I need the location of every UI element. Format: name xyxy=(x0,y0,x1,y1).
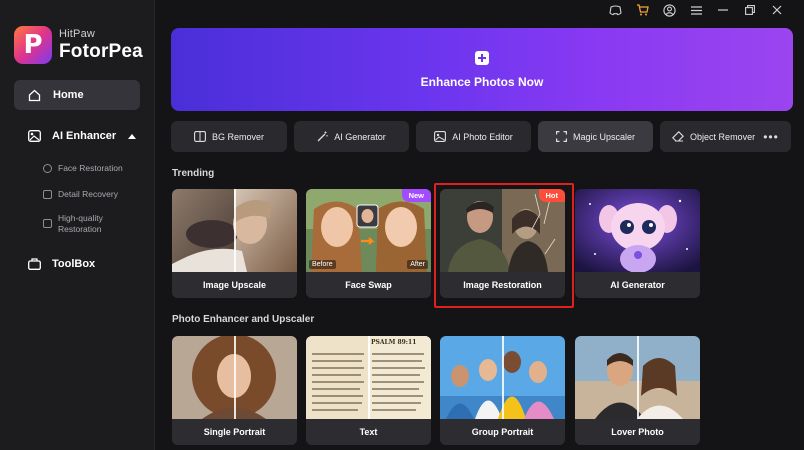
card-thumbnail xyxy=(575,336,700,419)
card-label: Face Swap xyxy=(306,272,431,298)
sidebar-subitem-face-restoration[interactable]: Face Restoration xyxy=(43,163,123,174)
discord-icon[interactable] xyxy=(608,3,622,17)
card-text[interactable]: PSALM 89:11 Text xyxy=(306,336,431,445)
add-icon xyxy=(475,50,489,65)
card-label: Group Portrait xyxy=(440,419,565,445)
card-group-portrait[interactable]: Group Portrait xyxy=(440,336,565,445)
logo-icon: P xyxy=(14,26,52,64)
selection-highlight xyxy=(434,183,574,308)
new-badge: New xyxy=(401,189,431,202)
card-thumbnail xyxy=(172,189,297,272)
cart-icon[interactable] xyxy=(635,3,649,17)
card-thumbnail: PSALM 89:11 xyxy=(306,336,431,419)
restore-icon xyxy=(43,219,52,228)
sidebar-subitem-label: Face Restoration xyxy=(58,163,123,173)
compare-divider[interactable] xyxy=(502,336,504,419)
toolbox-icon xyxy=(28,258,41,270)
sidebar-subitem-label: High-quality Restoration xyxy=(58,213,103,234)
sidebar-item-label: AI Enhancer xyxy=(52,130,117,142)
sidebar-item-ai-enhancer[interactable]: AI Enhancer xyxy=(28,130,137,142)
after-tag: After xyxy=(407,260,428,269)
home-icon xyxy=(28,89,41,101)
card-lover-photo[interactable]: Lover Photo xyxy=(575,336,700,445)
sidebar-subitem-high-quality-restoration[interactable]: High-quality Restoration xyxy=(43,213,103,235)
chevron-up-icon[interactable] xyxy=(128,133,137,139)
card-thumbnail xyxy=(172,336,297,419)
section-title-photo-enhancer: Photo Enhancer and Upscaler xyxy=(172,314,315,325)
app-logo: P HitPaw FotorPea xyxy=(14,26,143,64)
compare-divider[interactable] xyxy=(234,336,236,419)
card-label: Text xyxy=(306,419,431,445)
tool-label: BG Remover xyxy=(211,131,264,142)
sidebar-item-home[interactable]: Home xyxy=(14,80,140,110)
title-bar xyxy=(595,3,784,17)
brand-name: FotorPea xyxy=(59,40,143,62)
sidebar-item-label: Home xyxy=(53,89,84,101)
tools-row: BG Remover AI Generator AI Photo Editor … xyxy=(171,121,798,152)
tool-object-remover[interactable]: Object Remover ••• xyxy=(660,121,791,152)
card-label: Image Upscale xyxy=(172,272,297,298)
card-single-portrait[interactable]: Single Portrait xyxy=(172,336,297,445)
compare-divider[interactable] xyxy=(368,336,370,419)
magic-wand-icon xyxy=(317,131,328,142)
upscale-icon xyxy=(556,131,568,142)
restore-window-icon[interactable] xyxy=(743,3,757,17)
tool-magic-upscaler[interactable]: Magic Upscaler xyxy=(538,121,654,152)
menu-icon[interactable] xyxy=(689,3,703,17)
card-thumbnail xyxy=(440,336,565,419)
card-thumbnail: New Before After xyxy=(306,189,431,272)
card-label: Lover Photo xyxy=(575,419,700,445)
bg-remover-icon xyxy=(194,131,206,142)
tool-ai-generator[interactable]: AI Generator xyxy=(294,121,410,152)
brand-small: HitPaw xyxy=(59,27,96,40)
image-icon xyxy=(43,190,52,199)
account-icon[interactable] xyxy=(662,3,676,17)
sidebar-item-label: ToolBox xyxy=(52,258,96,270)
card-label: Single Portrait xyxy=(172,419,297,445)
tool-label: Object Remover xyxy=(690,131,756,142)
card-image-upscale[interactable]: Image Upscale xyxy=(172,189,297,298)
section-title-trending: Trending xyxy=(172,168,215,179)
minimize-icon[interactable] xyxy=(716,3,730,17)
compare-divider[interactable] xyxy=(637,336,639,419)
enhancer-icon xyxy=(28,130,41,142)
photo-editor-icon xyxy=(434,131,447,142)
sidebar: P HitPaw FotorPea Home AI Enhancer Face … xyxy=(0,0,155,450)
sidebar-subitem-detail-recovery[interactable]: Detail Recovery xyxy=(43,189,118,200)
more-options-icon[interactable]: ••• xyxy=(751,121,791,152)
enhance-photos-banner[interactable]: Enhance Photos Now xyxy=(171,28,793,111)
sidebar-subitem-label: Detail Recovery xyxy=(58,189,118,199)
card-ai-generator[interactable]: AI Generator xyxy=(575,189,700,298)
tool-label: AI Photo Editor xyxy=(452,131,513,142)
tool-bg-remover[interactable]: BG Remover xyxy=(171,121,287,152)
banner-title: Enhance Photos Now xyxy=(420,74,544,89)
card-label: AI Generator xyxy=(575,272,700,298)
card-thumbnail xyxy=(575,189,700,272)
before-tag: Before xyxy=(309,260,336,269)
tool-label: AI Generator xyxy=(334,131,386,142)
compare-divider[interactable] xyxy=(234,189,236,272)
tool-ai-photo-editor[interactable]: AI Photo Editor xyxy=(416,121,532,152)
card-face-swap[interactable]: New Before After Face Swap xyxy=(306,189,431,298)
tool-label: Magic Upscaler xyxy=(573,131,636,142)
sidebar-item-toolbox[interactable]: ToolBox xyxy=(28,258,95,270)
psalm-heading: PSALM 89:11 xyxy=(371,339,417,346)
close-icon[interactable] xyxy=(770,3,784,17)
face-icon xyxy=(43,164,52,173)
eraser-icon xyxy=(672,131,685,142)
